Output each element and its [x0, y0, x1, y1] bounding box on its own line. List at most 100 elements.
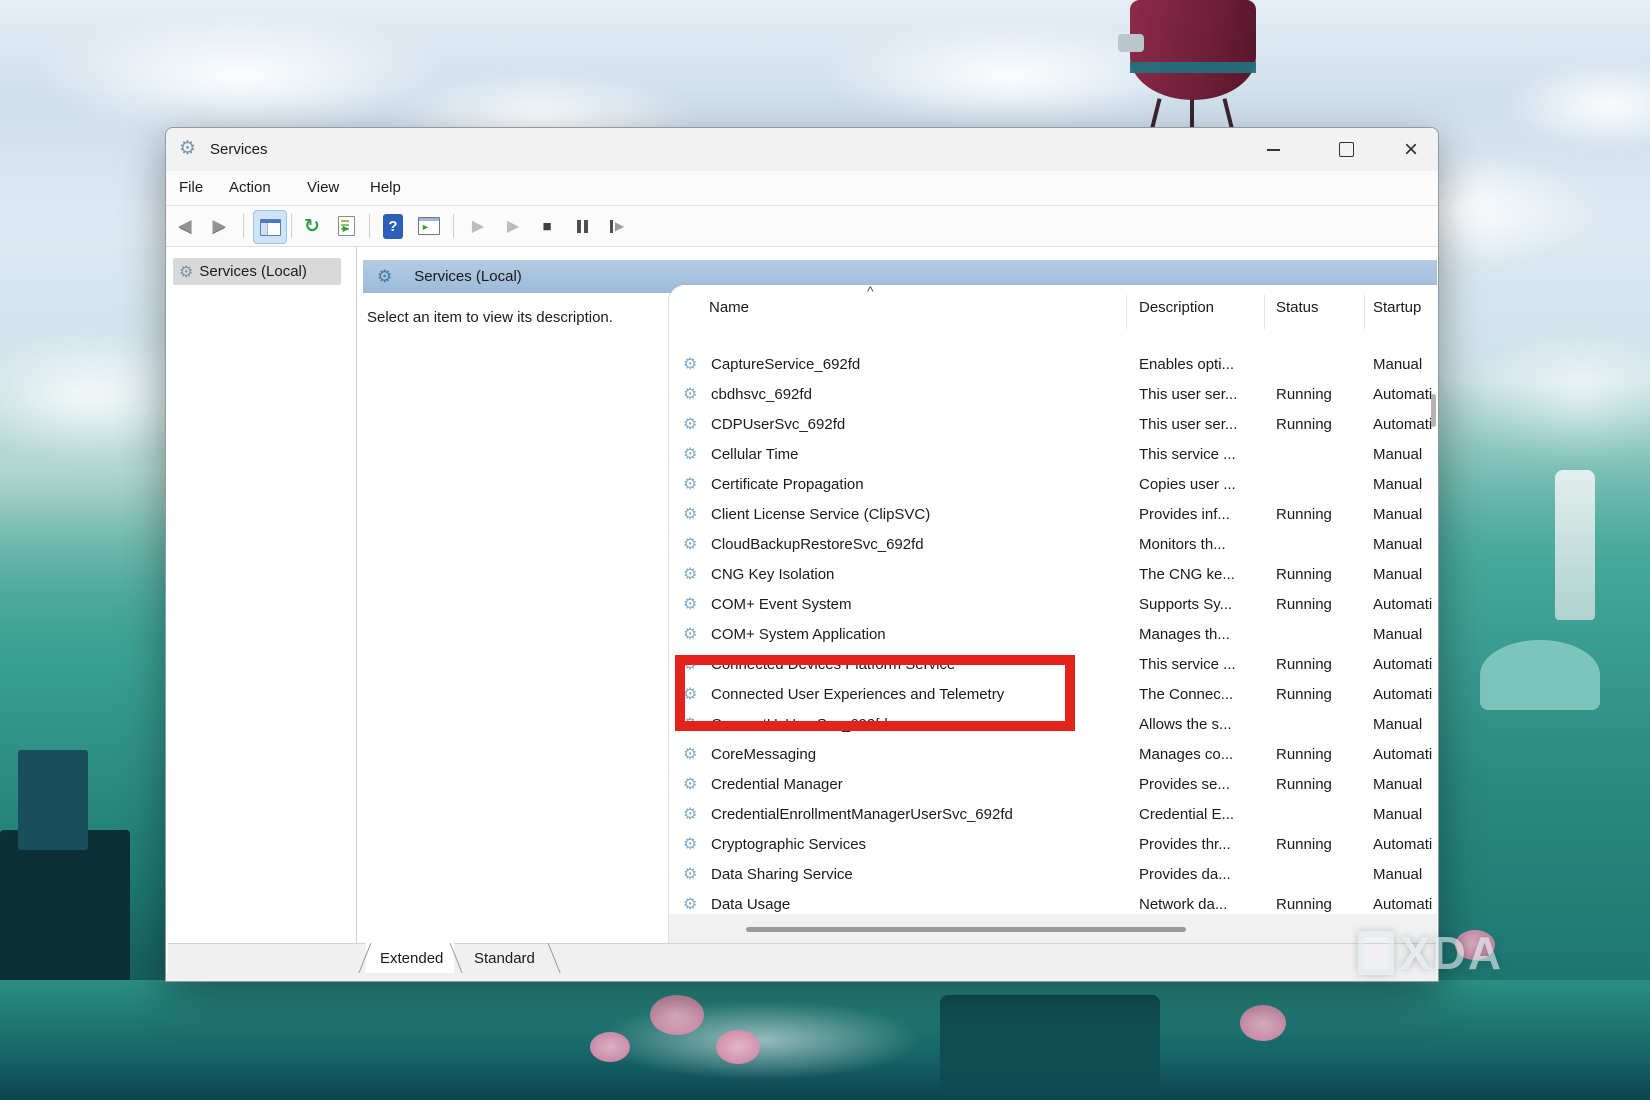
column-header-startup[interactable]: Startup: [1373, 299, 1433, 316]
column-header-description[interactable]: Description: [1139, 299, 1214, 316]
start-service-button[interactable]: ▶: [463, 206, 493, 246]
resume-service-button[interactable]: ▶: [498, 206, 528, 246]
service-status: Running: [1276, 560, 1358, 590]
pause-service-button[interactable]: [567, 206, 597, 246]
service-startup: Manual: [1373, 860, 1433, 890]
service-description: Provides se...: [1139, 770, 1259, 800]
service-startup: Manual: [1373, 440, 1433, 470]
service-gear-icon: ⚙: [683, 440, 697, 470]
minimize-button[interactable]: [1250, 128, 1296, 171]
service-name: Certificate Propagation: [711, 470, 1117, 500]
service-description: This service ...: [1139, 440, 1259, 470]
export-list-button[interactable]: ►: [331, 206, 361, 246]
forward-button[interactable]: ▶: [204, 206, 234, 246]
service-row[interactable]: ⚙Cryptographic ServicesProvides thr...Ru…: [669, 830, 1437, 860]
service-name: CaptureService_692fd: [711, 350, 1117, 380]
service-status: Running: [1276, 380, 1358, 410]
service-rows: ⚙ CaptureService_692fd Enables opti... Manu…: [669, 331, 1437, 920]
refresh-icon: ↻: [304, 215, 320, 238]
service-gear-icon: ⚙: [683, 590, 697, 620]
menu-view[interactable]: View: [307, 171, 339, 205]
gear-icon: ⚙: [377, 267, 392, 287]
service-row[interactable]: ⚙CoreMessagingManages co...RunningAutoma…: [669, 740, 1437, 770]
back-button[interactable]: ◀: [170, 206, 200, 246]
tree-item-services-local[interactable]: ⚙ Services (Local): [173, 258, 341, 285]
console-tree-pane: ⚙ Services (Local): [168, 247, 357, 944]
service-row[interactable]: ⚙Client License Service (ClipSVC)Provide…: [669, 500, 1437, 530]
show-console-tree-button[interactable]: [253, 210, 287, 244]
services-app-icon: ⚙: [179, 137, 196, 160]
service-row[interactable]: ⚙CloudBackupRestoreSvc_692fdMonitors th.…: [669, 530, 1437, 560]
service-description: Monitors th...: [1139, 530, 1259, 560]
column-divider[interactable]: [1364, 295, 1365, 329]
background-dome: [1480, 640, 1600, 710]
toolbar-separator: [369, 214, 370, 238]
stop-service-button[interactable]: ■: [532, 206, 562, 246]
service-row[interactable]: ⚙Cellular TimeThis service ...Manual: [669, 440, 1437, 470]
service-description: Manages co...: [1139, 740, 1259, 770]
service-description: This user ser...: [1139, 380, 1259, 410]
help-button[interactable]: ?: [378, 206, 408, 246]
close-button[interactable]: ×: [1388, 128, 1434, 171]
description-hint: Select an item to view its description.: [367, 309, 613, 326]
service-name: Cryptographic Services: [711, 830, 1117, 860]
title-bar[interactable]: ⚙ Services ×: [166, 128, 1438, 171]
xda-watermark: XDA: [1358, 926, 1503, 980]
service-startup: Automatic: [1373, 680, 1433, 710]
service-description: Enables opti...: [1139, 350, 1259, 380]
service-startup: Manual: [1373, 560, 1433, 590]
column-divider[interactable]: [1264, 295, 1265, 329]
service-startup: Automatic: [1373, 650, 1433, 680]
window-title: Services: [210, 128, 268, 171]
service-row[interactable]: ⚙CNG Key IsolationThe CNG ke...RunningMa…: [669, 560, 1437, 590]
column-divider[interactable]: [1126, 295, 1127, 329]
menu-help[interactable]: Help: [370, 171, 401, 205]
service-status: Running: [1276, 500, 1358, 530]
service-description: The Connec...: [1139, 680, 1259, 710]
service-startup: Manual: [1373, 530, 1433, 560]
maximize-button[interactable]: [1323, 128, 1369, 171]
xda-logo-icon: [1358, 931, 1394, 975]
horizontal-scrollbar[interactable]: [669, 914, 1437, 944]
service-name: Credential Manager: [711, 770, 1117, 800]
horizontal-scrollbar-thumb[interactable]: [746, 927, 1186, 932]
column-header-name[interactable]: Name: [709, 299, 749, 316]
service-gear-icon: ⚙: [683, 380, 697, 410]
blossom-tree: [716, 1030, 760, 1064]
service-row[interactable]: ⚙Certificate PropagationCopies user ...M…: [669, 470, 1437, 500]
vertical-scrollbar-thumb[interactable]: [1431, 394, 1436, 427]
refresh-button[interactable]: ↻: [297, 206, 327, 246]
service-row[interactable]: ⚙cbdhsvc_692fdThis user ser...RunningAut…: [669, 380, 1437, 410]
service-gear-icon: ⚙: [683, 410, 697, 440]
service-gear-icon: ⚙: [683, 560, 697, 590]
restart-service-icon: [610, 220, 613, 233]
service-startup: Manual: [1373, 470, 1433, 500]
tab-standard[interactable]: Standard: [474, 944, 535, 973]
maximize-icon: [1339, 142, 1354, 157]
service-row[interactable]: ⚙CredentialEnrollmentManagerUserSvc_692f…: [669, 800, 1437, 830]
menu-action[interactable]: Action: [229, 171, 271, 205]
service-status: Running: [1276, 650, 1358, 680]
service-row[interactable]: ⚙Credential ManagerProvides se...Running…: [669, 770, 1437, 800]
minimize-icon: [1267, 149, 1280, 151]
toolbar-separator: [243, 214, 244, 238]
service-description: Provides thr...: [1139, 830, 1259, 860]
restart-service-button[interactable]: ▶: [602, 206, 632, 246]
service-row[interactable]: ⚙COM+ Event SystemSupports Sy...RunningA…: [669, 590, 1437, 620]
properties-window-icon: ►: [418, 217, 440, 235]
pause-service-icon: [577, 220, 581, 233]
service-row[interactable]: ⚙CDPUserSvc_692fdThis user ser...Running…: [669, 410, 1437, 440]
menu-file[interactable]: File: [179, 171, 203, 205]
details-pane: ⚙ Services (Local) Select an item to vie…: [357, 247, 1437, 944]
service-row[interactable]: ⚙CaptureService_692fdEnables opti...Manu…: [669, 350, 1437, 380]
service-row[interactable]: ⚙Data Sharing ServiceProvides da...Manua…: [669, 860, 1437, 890]
close-icon: ×: [1404, 136, 1418, 164]
tab-extended[interactable]: Extended: [380, 944, 443, 973]
service-description: Provides inf...: [1139, 500, 1259, 530]
service-name: cbdhsvc_692fd: [711, 380, 1117, 410]
properties-window-button[interactable]: ►: [414, 206, 444, 246]
service-name: CNG Key Isolation: [711, 560, 1117, 590]
service-row[interactable]: ⚙COM+ System ApplicationManages th...Man…: [669, 620, 1437, 650]
column-header-status[interactable]: Status: [1276, 299, 1319, 316]
toolbar: ◀ ▶ ↻ ► ? ► ▶ ▶ ■ ▶: [166, 206, 1438, 247]
